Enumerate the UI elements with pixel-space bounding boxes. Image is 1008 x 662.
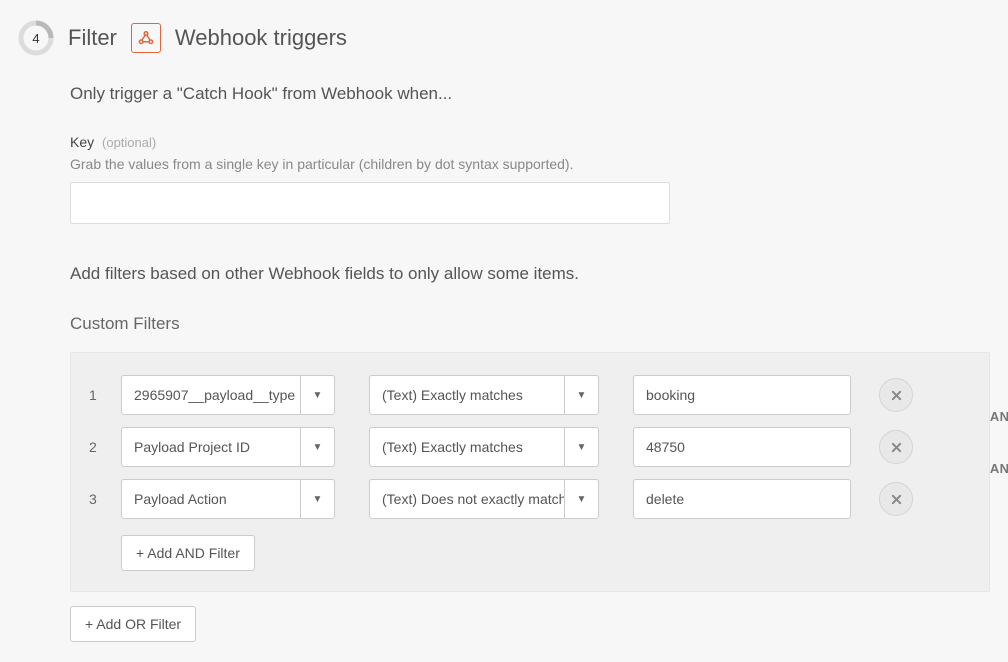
filter-field-select[interactable]: Payload Project ID: [121, 427, 301, 467]
filter-operator-select[interactable]: (Text) Exactly matches: [369, 427, 565, 467]
close-icon: [891, 494, 902, 505]
lead-text: Only trigger a "Catch Hook" from Webhook…: [70, 84, 990, 104]
custom-filters-box: 1 2965907__payload__type ▼ (Text) Exactl…: [70, 352, 990, 592]
step-progress-badge: 4: [18, 20, 54, 56]
key-optional: (optional): [102, 135, 156, 150]
remove-filter-button[interactable]: [879, 378, 913, 412]
filter-row-number: 1: [89, 387, 109, 403]
step-title: Filter: [68, 25, 117, 51]
filter-row: 3 Payload Action ▼ (Text) Does not exact…: [89, 479, 971, 519]
add-and-filter-button[interactable]: + Add AND Filter: [121, 535, 255, 571]
chevron-down-icon[interactable]: ▼: [565, 427, 599, 467]
filter-row-number: 2: [89, 439, 109, 455]
filters-heading: Custom Filters: [70, 314, 990, 334]
key-label: Key: [70, 134, 94, 150]
key-input[interactable]: [70, 182, 670, 224]
remove-filter-button[interactable]: [879, 430, 913, 464]
filter-value-input[interactable]: [633, 375, 851, 415]
filter-row: 1 2965907__payload__type ▼ (Text) Exactl…: [89, 375, 971, 415]
filter-field-select[interactable]: Payload Action: [121, 479, 301, 519]
close-icon: [891, 390, 902, 401]
filters-intro: Add filters based on other Webhook field…: [70, 264, 990, 284]
filter-joiner-label: AND: [990, 461, 1008, 476]
filter-operator-select[interactable]: (Text) Exactly matches: [369, 375, 565, 415]
chevron-down-icon[interactable]: ▼: [301, 479, 335, 519]
filter-joiner-label: AND: [990, 409, 1008, 424]
key-field-group: Key (optional) Grab the values from a si…: [70, 134, 990, 224]
chevron-down-icon[interactable]: ▼: [565, 375, 599, 415]
filter-field-select[interactable]: 2965907__payload__type: [121, 375, 301, 415]
add-or-filter-button[interactable]: + Add OR Filter: [70, 606, 196, 642]
filter-operator-select[interactable]: (Text) Does not exactly match: [369, 479, 565, 519]
filter-row-number: 3: [89, 491, 109, 507]
chevron-down-icon[interactable]: ▼: [565, 479, 599, 519]
step-number: 4: [32, 31, 39, 46]
key-help: Grab the values from a single key in par…: [70, 156, 990, 172]
app-name: Webhook triggers: [175, 25, 347, 51]
webhook-icon: [131, 23, 161, 53]
chevron-down-icon[interactable]: ▼: [301, 375, 335, 415]
step-header: 4 Filter Webhook triggers: [18, 20, 990, 56]
filter-row: 2 Payload Project ID ▼ (Text) Exactly ma…: [89, 427, 971, 467]
remove-filter-button[interactable]: [879, 482, 913, 516]
chevron-down-icon[interactable]: ▼: [301, 427, 335, 467]
close-icon: [891, 442, 902, 453]
filter-value-input[interactable]: [633, 479, 851, 519]
filter-value-input[interactable]: [633, 427, 851, 467]
